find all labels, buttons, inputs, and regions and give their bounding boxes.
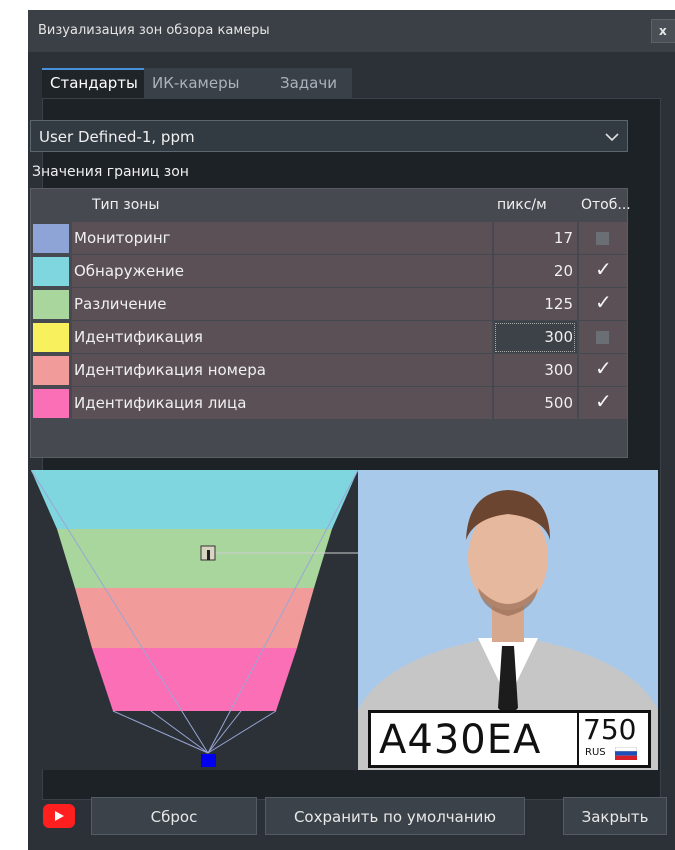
zone-color-swatch[interactable]: [33, 257, 69, 286]
tab-standards[interactable]: Стандарты: [42, 68, 144, 98]
title-bar: Визуализация зон обзора камеры x: [28, 10, 675, 52]
zone-ppm-cell[interactable]: 125: [493, 288, 577, 321]
checkmark-icon: ✓: [595, 356, 612, 380]
empty-checkbox-icon: [596, 232, 609, 245]
license-plate: А430ЕА 750 RUS: [368, 710, 651, 768]
tab-tasks[interactable]: Задачи: [272, 68, 352, 98]
youtube-icon[interactable]: [43, 804, 75, 828]
camera-icon: [201, 754, 216, 767]
zone-color-swatch[interactable]: [33, 290, 69, 319]
sample-photo: А430ЕА 750 RUS: [358, 470, 658, 770]
plate-country: RUS: [585, 747, 606, 758]
zone-name-cell[interactable]: Идентификация: [72, 321, 492, 354]
zone-band-detection: [31, 470, 358, 529]
table-row[interactable]: Идентификация 300: [31, 321, 627, 354]
zone-name-cell[interactable]: Идентификация лица: [72, 387, 492, 420]
zone-show-checkbox[interactable]: ✓: [578, 387, 627, 420]
zone-ppm-cell[interactable]: 500: [493, 387, 577, 420]
checkmark-icon: ✓: [595, 257, 612, 281]
column-header-type[interactable]: Тип зоны: [92, 189, 159, 222]
table-row[interactable]: Обнаружение 20 ✓: [31, 255, 627, 288]
close-button[interactable]: Закрыть: [563, 797, 667, 835]
table-row[interactable]: Идентификация номера 300 ✓: [31, 354, 627, 387]
zone-color-swatch[interactable]: [33, 323, 69, 352]
table-row[interactable]: Различение 125 ✓: [31, 288, 627, 321]
tab-ir-cameras[interactable]: ИК-камеры: [144, 68, 272, 98]
reset-button[interactable]: Сброс: [91, 797, 257, 835]
zone-show-checkbox[interactable]: ✓: [578, 288, 627, 321]
zone-band-face-identification: [92, 648, 297, 711]
camera-zone-diagram[interactable]: [30, 469, 359, 770]
table-row[interactable]: Мониторинг 17: [31, 222, 627, 255]
zone-color-swatch[interactable]: [33, 224, 69, 253]
zone-band-recognition: [57, 529, 332, 588]
zone-name-cell[interactable]: Мониторинг: [72, 222, 492, 255]
zone-show-checkbox[interactable]: ✓: [578, 255, 627, 288]
zone-color-swatch[interactable]: [33, 389, 69, 418]
checkmark-icon: ✓: [595, 389, 612, 413]
chevron-down-icon: [605, 133, 619, 142]
zone-name-cell[interactable]: Обнаружение: [72, 255, 492, 288]
table-row[interactable]: Идентификация лица 500 ✓: [31, 387, 627, 420]
save-default-button[interactable]: Сохранить по умолчанию: [265, 797, 525, 835]
window-title: Визуализация зон обзора камеры: [38, 23, 270, 38]
preset-select-value: User Defined-1, ppm: [39, 128, 195, 146]
zone-show-checkbox[interactable]: [578, 321, 627, 354]
empty-checkbox-icon: [596, 331, 609, 344]
close-window-button[interactable]: x: [651, 19, 675, 43]
zone-ppm-cell[interactable]: 300: [493, 321, 577, 354]
zone-show-checkbox[interactable]: ✓: [578, 354, 627, 387]
zone-show-checkbox[interactable]: [578, 222, 627, 255]
column-header-show[interactable]: Отоб...: [581, 189, 631, 222]
zone-ppm-cell[interactable]: 17: [493, 222, 577, 255]
zone-ppm-cell[interactable]: 20: [493, 255, 577, 288]
preset-select[interactable]: User Defined-1, ppm: [30, 120, 628, 152]
column-header-ppm[interactable]: пикс/м: [497, 189, 547, 222]
russia-flag-icon: [615, 747, 637, 760]
zone-name-cell[interactable]: Различение: [72, 288, 492, 321]
zone-ppm-cell[interactable]: 300: [493, 354, 577, 387]
plate-number: А430ЕА: [379, 717, 542, 763]
plate-region: 750: [583, 713, 637, 746]
zone-name-cell[interactable]: Идентификация номера: [72, 354, 492, 387]
zone-bounds-label: Значения границ зон: [32, 164, 189, 180]
zones-table: Тип зоны пикс/м Отоб... Мониторинг 17 Об…: [30, 188, 631, 458]
zone-color-swatch[interactable]: [33, 356, 69, 385]
zone-visualization: А430ЕА 750 RUS: [30, 469, 658, 770]
checkmark-icon: ✓: [595, 290, 612, 314]
